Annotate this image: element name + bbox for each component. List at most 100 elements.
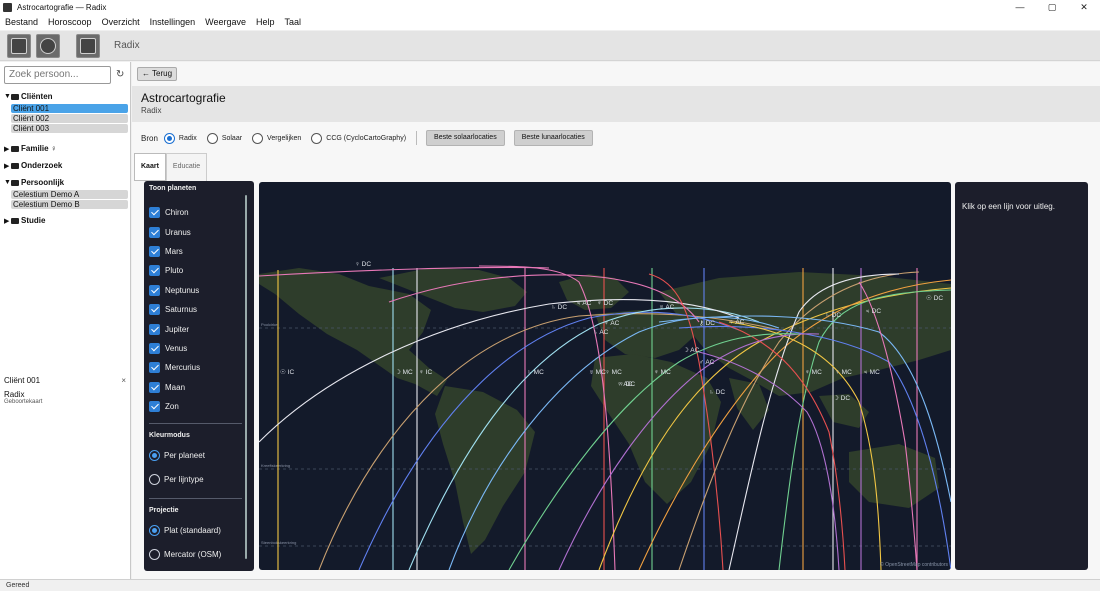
planet-panel-title: Toon planeten — [149, 185, 197, 192]
refresh-icon[interactable]: ↻ — [116, 69, 124, 80]
close-icon[interactable]: ✕ — [1068, 0, 1100, 14]
radio-per-planeet[interactable] — [149, 450, 160, 461]
tab-kaart[interactable]: Kaart — [134, 153, 166, 181]
radio-vergelijken[interactable] — [252, 132, 264, 144]
map-label: ♂ AC — [699, 359, 715, 366]
checkbox-chiron[interactable] — [149, 207, 160, 219]
planet-row-maan[interactable]: Maan — [149, 378, 200, 397]
group-onderzoek[interactable]: ▶ Onderzoek — [4, 159, 128, 172]
planet-row-venus[interactable]: Venus — [149, 339, 200, 358]
radio-plat[interactable] — [149, 525, 160, 536]
tab-educatie[interactable]: Educatie — [165, 153, 208, 181]
map-label: ♆ MC — [805, 369, 822, 376]
checkbox-mars[interactable] — [149, 245, 160, 257]
checkbox-venus[interactable] — [149, 342, 160, 354]
map-label: ♃ MC — [863, 369, 880, 376]
minimize-icon[interactable]: — — [1004, 0, 1036, 14]
list-item[interactable]: Celestium Demo B — [11, 200, 128, 209]
chart-subtitle: Geboortekaart — [4, 399, 43, 405]
list-item[interactable]: Celestium Demo A — [11, 190, 128, 199]
group-persoonlijk[interactable]: ▼ Persoonlijk — [4, 176, 128, 189]
radio-radix[interactable] — [163, 132, 175, 144]
projection-mercator[interactable]: Mercator (OSM) — [149, 549, 221, 560]
planet-row-neptunus[interactable]: Neptunus — [149, 281, 200, 300]
planet-row-uranus[interactable]: Uranus — [149, 222, 200, 241]
menu-help[interactable]: Help — [251, 17, 280, 27]
map-label: ♀ MC — [835, 369, 852, 376]
ref-label: Steenbokskeerkring — [261, 540, 296, 545]
color-mode-per-planeet[interactable]: Per planeet — [149, 450, 205, 461]
astro-map[interactable]: Poolcirkel Kreeftskeerkring Steenbokskee… — [259, 182, 951, 570]
collapse-icon: ▶ — [4, 162, 10, 170]
planet-row-pluto[interactable]: Pluto — [149, 261, 200, 280]
chart-view-icon — [11, 37, 27, 54]
map-label: ☉ DC — [926, 294, 943, 302]
person-tree: ▼ Cliënten Cliënt 001 Cliënt 002 Cliënt 0… — [4, 90, 128, 227]
color-mode-per-lijntype[interactable]: Per lijntype — [149, 474, 204, 485]
checkbox-uranus[interactable] — [149, 226, 160, 238]
map-label: ♄ DC — [709, 389, 725, 396]
map-label: ♄ DC — [825, 312, 841, 319]
divider — [149, 498, 242, 499]
folder-icon — [11, 145, 19, 152]
group-familie[interactable]: ▶ Familie ♀ — [4, 142, 128, 155]
chart-name[interactable]: Radix — [4, 390, 128, 399]
main-content: ← Terug Astrocartografie Radix Bron Radi… — [132, 62, 1100, 579]
planet-row-mercurius[interactable]: Mercurius — [149, 358, 200, 377]
back-button[interactable]: ← Terug — [137, 67, 177, 81]
maximize-icon[interactable]: ▢ — [1036, 0, 1068, 14]
menu-horoscoop[interactable]: Horoscoop — [43, 17, 97, 27]
group-clienten[interactable]: ▼ Cliënten — [4, 90, 128, 103]
planet-row-saturnus[interactable]: Saturnus — [149, 300, 200, 319]
page-title: Astrocartografie — [141, 91, 226, 105]
radio-per-lijntype[interactable] — [149, 474, 160, 485]
astrocartography-button[interactable] — [76, 33, 100, 58]
planet-row-zon[interactable]: Zon — [149, 397, 200, 416]
map-label: ☉ IC — [280, 368, 294, 376]
planet-row-chiron[interactable]: Chiron — [149, 203, 200, 222]
planet-row-mars[interactable]: Mars — [149, 242, 200, 261]
radio-solaar[interactable] — [206, 132, 218, 144]
divider — [149, 423, 242, 424]
folder-icon — [11, 179, 19, 186]
search-input[interactable]: Zoek persoon... — [4, 66, 111, 84]
checkbox-saturnus[interactable] — [149, 304, 160, 316]
divider — [416, 131, 418, 145]
checkbox-zon[interactable] — [149, 401, 160, 413]
close-icon[interactable]: × — [121, 376, 126, 385]
menu-weergave[interactable]: Weergave — [200, 17, 251, 27]
source-label: Bron — [141, 133, 158, 143]
checkbox-neptunus[interactable] — [149, 284, 160, 296]
map-label: ♆ AC — [604, 320, 620, 327]
radio-radix-label: Radix — [178, 134, 197, 142]
folder-icon — [11, 93, 19, 100]
best-lunar-button[interactable]: Beste lunaarlocaties — [513, 130, 593, 146]
radio-mercator[interactable] — [149, 549, 160, 560]
menu-overzicht[interactable]: Overzicht — [97, 17, 145, 27]
page-subtitle: Radix — [141, 106, 162, 115]
map-icon — [80, 37, 96, 54]
chart-view-button[interactable] — [7, 33, 31, 58]
checkbox-mercurius[interactable] — [149, 362, 160, 374]
list-item[interactable]: Cliënt 003 — [11, 124, 128, 133]
map-label: ☽ AC — [683, 346, 700, 354]
menu-bestand[interactable]: Bestand — [0, 17, 43, 27]
best-solar-button[interactable]: Beste solaarlocaties — [426, 130, 505, 146]
planet-row-jupiter[interactable]: Jupiter — [149, 319, 200, 338]
checkbox-pluto[interactable] — [149, 265, 160, 277]
menu-taal[interactable]: Taal — [280, 17, 307, 27]
list-item[interactable]: Cliënt 001 — [11, 104, 128, 113]
map-canvas[interactable]: Poolcirkel Kreeftskeerkring Steenbokskee… — [259, 182, 951, 570]
wheel-view-button[interactable] — [36, 33, 60, 58]
projection-plat[interactable]: Plat (standaard) — [149, 525, 221, 536]
status-bar: Gereed — [0, 579, 1100, 591]
checkbox-maan[interactable] — [149, 381, 160, 393]
map-attribution: © OpenStreetMap contributors — [880, 562, 948, 568]
radio-ccg[interactable] — [311, 132, 323, 144]
group-studie[interactable]: ▶ Studie — [4, 214, 128, 227]
list-item[interactable]: Cliënt 002 — [11, 114, 128, 123]
scrollbar[interactable] — [245, 195, 247, 559]
map-label: ♃ DC — [865, 308, 881, 315]
menu-instellingen[interactable]: Instellingen — [145, 17, 201, 27]
checkbox-jupiter[interactable] — [149, 323, 160, 335]
